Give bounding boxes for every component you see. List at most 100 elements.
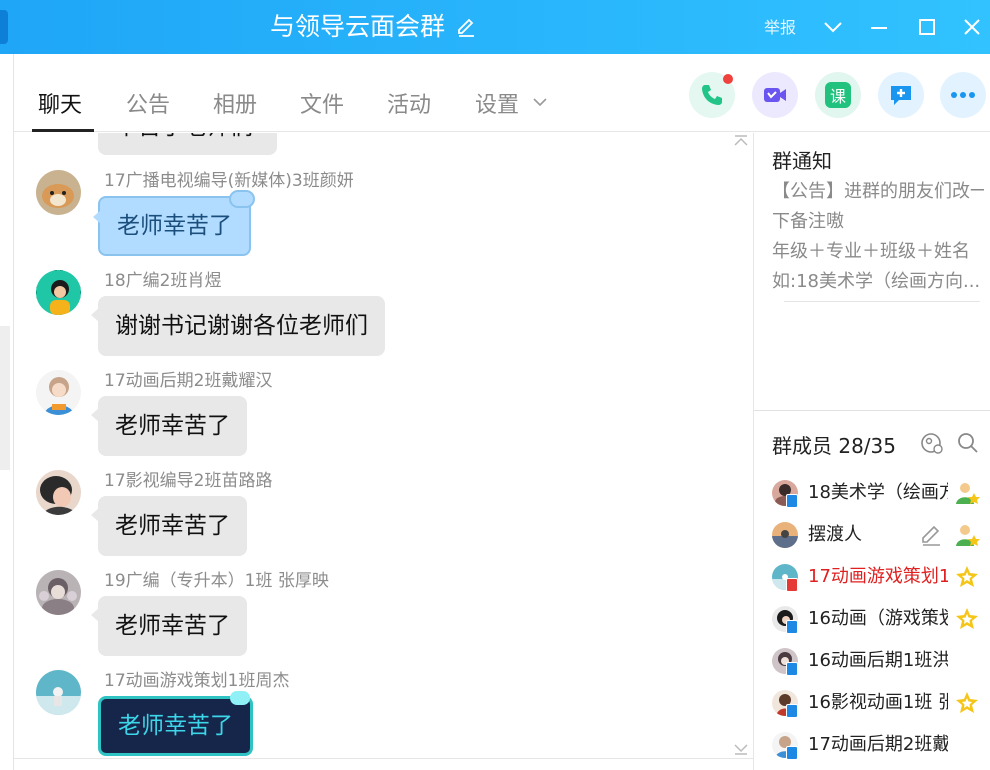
- message-bubble[interactable]: 老师幸苦了: [91, 396, 247, 456]
- message-item: 19广编（专升本）1班 张厚映 老师幸苦了: [14, 570, 734, 670]
- message-bubble[interactable]: 老师幸苦了: [98, 691, 253, 756]
- member-name: 18美术学（绘画方向）: [808, 482, 948, 503]
- sender-name: 19广编（专升本）1班 张厚映: [104, 571, 329, 591]
- chat-input-divider: [14, 758, 753, 759]
- partial-message-bubble: 辛苦了老师们: [98, 133, 277, 155]
- star-icon: [956, 608, 978, 629]
- message-item: 17影视编导2班苗路路 老师幸苦了: [14, 470, 734, 570]
- notice-text: 【公告】进群的朋友们改一 下备注嗷 年级＋专业＋班级＋姓名 如:18美术学（绘画…: [772, 177, 984, 297]
- avatar[interactable]: [36, 670, 81, 715]
- video-icon: [764, 88, 786, 102]
- left-panel-scroll[interactable]: [0, 326, 10, 470]
- message-text: 老师幸苦了: [115, 513, 230, 539]
- chevron-down-icon[interactable]: [816, 10, 850, 44]
- phone-badge-icon: [786, 704, 798, 718]
- group-title: 与领导云面会群: [270, 12, 446, 41]
- more-button[interactable]: [940, 72, 986, 118]
- message-item: 17动画游戏策划1班周杰 老师幸苦了: [14, 670, 734, 759]
- avatar[interactable]: [36, 470, 81, 515]
- message-bubble[interactable]: 老师幸苦了: [91, 496, 247, 556]
- phone-badge-icon: [786, 746, 798, 760]
- edit-title-icon[interactable]: [455, 16, 477, 38]
- sender-name: 17动画游戏策划1班周杰: [104, 671, 290, 691]
- close-button[interactable]: [955, 10, 989, 44]
- sender-name: 18广编2班肖煜: [104, 271, 222, 291]
- message-text: 老师幸苦了: [118, 713, 233, 739]
- group-notice-panel[interactable]: 群通知 【公告】进群的朋友们改一 下备注嗷 年级＋专业＋班级＋姓名 如:18美术…: [754, 133, 990, 411]
- star-icon: [956, 692, 978, 713]
- message-text: 谢谢书记谢谢各位老师们: [115, 313, 368, 339]
- admin-icon: [956, 525, 980, 546]
- member-name: 17动画游戏策划1班: [808, 566, 948, 587]
- notice-divider: [784, 301, 980, 302]
- member-avatar: [772, 522, 798, 548]
- left-panel-sliver: [0, 54, 14, 770]
- phone-badge-icon: [786, 662, 798, 676]
- class-button[interactable]: 课: [815, 72, 861, 118]
- class-icon: 课: [825, 82, 851, 108]
- avatar[interactable]: [36, 370, 81, 415]
- member-item[interactable]: 摆渡人: [772, 518, 990, 554]
- tab-files[interactable]: 文件: [300, 87, 344, 119]
- member-item[interactable]: 16动画后期1班洪怡晴: [772, 644, 990, 680]
- message-bubble[interactable]: 谢谢书记谢谢各位老师们: [91, 296, 385, 356]
- message-item: 17动画后期2班戴耀汉 老师幸苦了: [14, 370, 734, 470]
- notice-line: 年级＋专业＋班级＋姓名: [772, 241, 970, 262]
- settings-chevron-icon[interactable]: [532, 94, 548, 110]
- sender-name: 17广播电视编导(新媒体)3班颜妍: [104, 171, 354, 191]
- member-item[interactable]: 18美术学（绘画方向）: [772, 476, 990, 512]
- add-message-button[interactable]: [878, 72, 924, 118]
- voice-call-button[interactable]: [689, 72, 735, 118]
- message-bubble[interactable]: 老师幸苦了: [93, 190, 255, 256]
- minimize-button[interactable]: [862, 10, 896, 44]
- red-badge-icon: [786, 578, 798, 592]
- admin-icon: [956, 483, 980, 504]
- message-text: 老师幸苦了: [115, 613, 230, 639]
- more-icon: [951, 92, 975, 98]
- message-bubble[interactable]: 老师幸苦了: [91, 596, 247, 656]
- scroll-down-icon[interactable]: [733, 742, 749, 756]
- edit-icon[interactable]: [918, 522, 944, 548]
- avatar[interactable]: [36, 170, 81, 215]
- notification-dot: [723, 74, 733, 84]
- avatar[interactable]: [36, 570, 81, 615]
- active-tab-indicator: [32, 129, 94, 132]
- member-item[interactable]: 17动画后期2班戴耀汉: [772, 728, 990, 764]
- members-title: 群成员 28/35: [772, 434, 896, 458]
- message-text: 老师幸苦了: [117, 213, 232, 239]
- bubble-decoration-icon: [230, 691, 250, 705]
- bubble-decoration-icon: [229, 190, 255, 208]
- phone-icon: [702, 85, 722, 105]
- avatar[interactable]: [36, 270, 81, 315]
- title-bar: 与领导云面会群 举报: [0, 0, 990, 54]
- notice-line: 【公告】进群的朋友们改一: [772, 181, 984, 202]
- title-wrap: 与领导云面会群: [270, 10, 477, 44]
- chat-message-list[interactable]: 辛苦了老师们 17广播电视编导(新媒体)3班颜妍 老师幸苦了 18广编2班肖煜 …: [14, 133, 753, 759]
- member-item[interactable]: 16影视动画1班 张: [772, 686, 990, 722]
- tab-announcement[interactable]: 公告: [126, 87, 170, 119]
- tab-activity[interactable]: 活动: [387, 87, 431, 119]
- scroll-up-icon[interactable]: [733, 134, 749, 148]
- tab-chat[interactable]: 聊天: [38, 87, 82, 119]
- tab-settings[interactable]: 设置: [475, 87, 519, 119]
- video-call-button[interactable]: [752, 72, 798, 118]
- sender-name: 17动画后期2班戴耀汉: [104, 371, 273, 391]
- report-link[interactable]: 举报: [764, 14, 796, 38]
- notice-title: 群通知: [772, 149, 832, 173]
- member-name: 17动画后期2班戴耀汉: [808, 734, 948, 755]
- member-search-icon[interactable]: [956, 431, 980, 455]
- maximize-button[interactable]: [910, 10, 944, 44]
- phone-badge-icon: [786, 620, 798, 634]
- tab-album[interactable]: 相册: [213, 87, 257, 119]
- member-name: 16影视动画1班 张: [808, 692, 948, 713]
- member-name: 16动画（游戏策划）: [808, 608, 948, 629]
- star-icon: [956, 566, 978, 587]
- member-item[interactable]: 17动画游戏策划1班: [772, 560, 990, 596]
- member-item[interactable]: 16动画（游戏策划）: [772, 602, 990, 638]
- member-settings-icon[interactable]: [920, 431, 944, 455]
- phone-badge-icon: [786, 494, 798, 508]
- left-window-stub[interactable]: [0, 10, 8, 44]
- notice-line: 下备注嗷: [772, 211, 844, 232]
- message-item: 17广播电视编导(新媒体)3班颜妍 老师幸苦了: [14, 170, 734, 270]
- sender-name: 17影视编导2班苗路路: [104, 471, 273, 491]
